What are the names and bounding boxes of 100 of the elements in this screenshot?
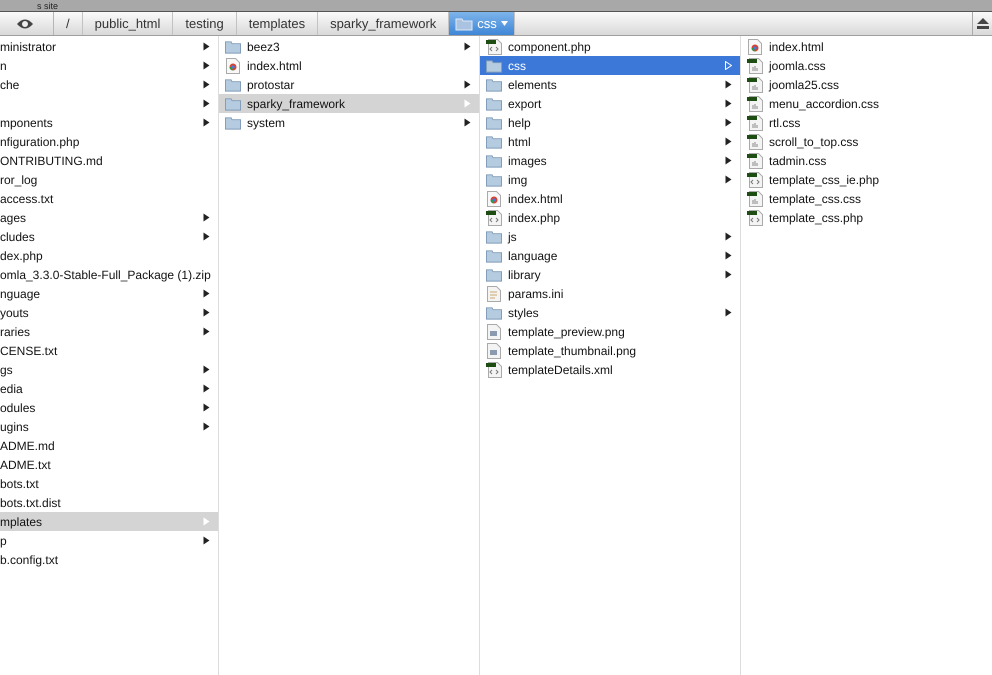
file-row[interactable]: omla_3.3.0-Stable-Full_Package (1).zip [0,265,218,284]
file-row[interactable]: che [0,75,218,94]
triangle-icon [203,403,210,412]
folder-icon [486,96,502,110]
file-row[interactable]: export [480,94,740,113]
file-row[interactable]: mplates [0,512,218,531]
file-row[interactable]: bots.txt [0,474,218,493]
file-row[interactable]: component.php [480,37,740,56]
triangle-icon [203,42,210,51]
triangle-icon [203,213,210,222]
file-row[interactable]: raries [0,322,218,341]
file-row[interactable]: index.html [219,56,479,75]
file-row[interactable]: odules [0,398,218,417]
stylesheet-file-icon [747,76,763,92]
file-row[interactable]: rtl.css [741,113,992,132]
file-row[interactable]: ministrator [0,37,218,56]
file-row[interactable]: menu_accordion.css [741,94,992,113]
triangle-icon [725,232,732,241]
file-row[interactable]: template_css.css [741,189,992,208]
file-row[interactable]: elements [480,75,740,94]
triangle-icon [203,289,210,298]
file-row[interactable]: b.config.txt [0,550,218,569]
file-row[interactable]: ADME.txt [0,455,218,474]
file-row[interactable]: cludes [0,227,218,246]
stylesheet-file-icon [747,134,763,150]
file-row[interactable]: scroll_to_top.css [741,132,992,151]
folder-icon [486,134,502,148]
file-row[interactable]: nfiguration.php [0,132,218,151]
file-row[interactable]: index.html [480,189,740,208]
file-row[interactable]: template_css.php [741,208,992,227]
file-row[interactable]: p [0,531,218,550]
triangle-icon [725,80,732,89]
file-row[interactable]: gs [0,360,218,379]
image-file-icon [486,324,502,340]
code-file-icon [486,210,502,226]
triangle-icon [203,99,210,108]
path-segment[interactable]: public_html [82,12,174,35]
triangle-icon [203,61,210,70]
file-row[interactable]: protostar [219,75,479,94]
file-row[interactable]: help [480,113,740,132]
folder-icon [486,172,502,186]
tab-label[interactable]: s site [37,0,58,10]
file-row[interactable]: n [0,56,218,75]
file-row[interactable]: ugins [0,417,218,436]
stylesheet-file-icon [747,114,763,130]
file-row[interactable]: youts [0,303,218,322]
file-row[interactable]: library [480,265,740,284]
triangle-icon [203,384,210,393]
file-row[interactable]: bots.txt.dist [0,493,218,512]
triangle-icon [203,365,210,374]
browser-file-icon [747,38,763,54]
stylesheet-file-icon [747,96,763,112]
file-row[interactable]: html [480,132,740,151]
file-row[interactable]: images [480,151,740,170]
triangle-icon [725,175,732,184]
file-row[interactable]: access.txt [0,189,218,208]
file-row[interactable]: mponents [0,113,218,132]
folder-icon [486,78,502,92]
file-row[interactable]: styles [480,303,740,322]
triangle-icon [725,156,732,165]
folder-icon [486,58,502,72]
file-row[interactable]: nguage [0,284,218,303]
path-segment[interactable]: templates [236,12,318,35]
file-row[interactable]: system [219,113,479,132]
file-row[interactable]: index.php [480,208,740,227]
file-row[interactable]: CENSE.txt [0,341,218,360]
file-row[interactable]: tadmin.css [741,151,992,170]
file-row[interactable]: joomla25.css [741,75,992,94]
triangle-icon [725,270,732,279]
file-row[interactable]: img [480,170,740,189]
file-row[interactable]: joomla.css [741,56,992,75]
file-row[interactable]: js [480,227,740,246]
file-row[interactable]: templateDetails.xml [480,360,740,379]
file-row[interactable]: template_css_ie.php [741,170,992,189]
triangle-icon [725,308,732,317]
file-row[interactable]: ADME.md [0,436,218,455]
path-segment[interactable]: testing [173,12,237,35]
file-row[interactable]: ages [0,208,218,227]
folder-icon [225,116,241,130]
file-row[interactable]: ONTRIBUTING.md [0,151,218,170]
code-file-icon [486,362,502,378]
file-row[interactable]: params.ini [480,284,740,303]
triangle-icon [464,99,471,108]
image-file-icon [486,342,502,358]
file-row[interactable]: ror_log [0,170,218,189]
file-row[interactable]: css [480,56,740,75]
triangle-icon [464,42,471,51]
folder-icon [486,248,502,262]
file-row[interactable]: edia [0,379,218,398]
path-segment[interactable]: / [54,12,83,35]
file-row[interactable]: beez3 [219,37,479,56]
file-row[interactable]: sparky_framework [219,94,479,113]
file-row[interactable]: dex.php [0,246,218,265]
triangle-icon [203,232,210,241]
file-row[interactable]: language [480,246,740,265]
file-row[interactable]: index.html [741,37,992,56]
file-row[interactable]: template_thumbnail.png [480,341,740,360]
triangle-icon [203,308,210,317]
file-row[interactable]: template_preview.png [480,322,740,341]
eject-button[interactable] [972,12,992,35]
